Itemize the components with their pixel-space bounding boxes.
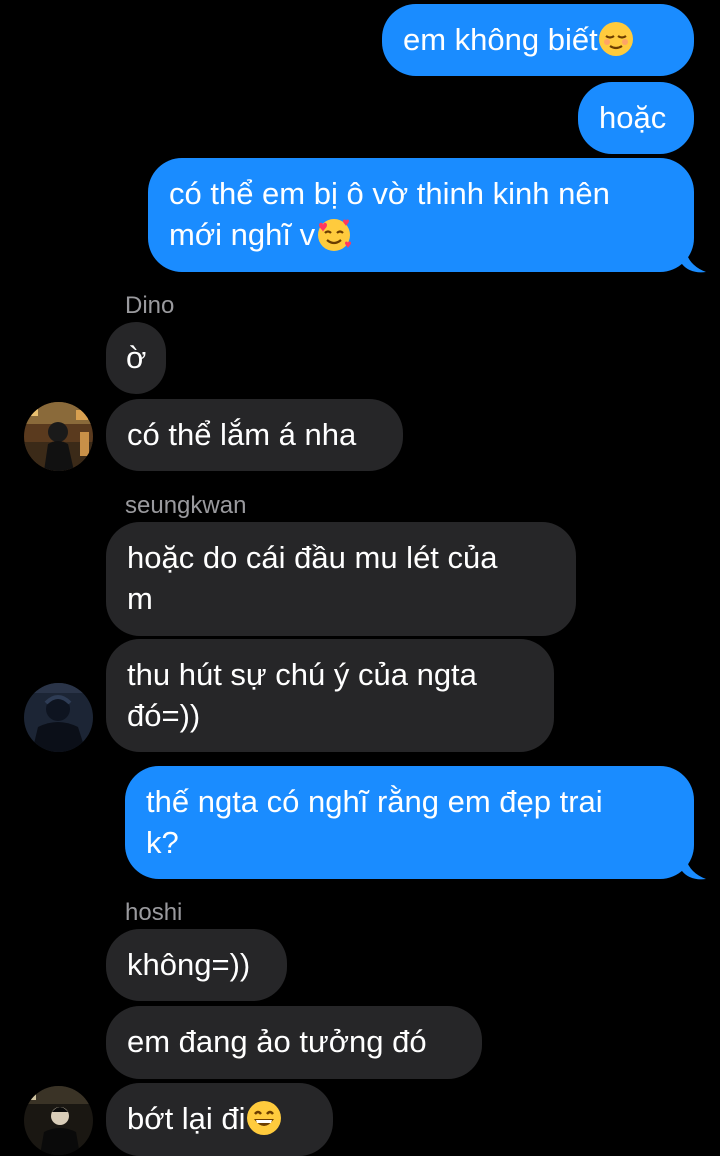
- grinning-face-emoji: [246, 1100, 281, 1135]
- message-text: em đang ảo tưởng đó: [127, 1024, 427, 1059]
- dino-avatar[interactable]: [24, 402, 93, 471]
- incoming-message[interactable]: có thể lắm á nha: [106, 399, 403, 471]
- message-text: bớt lại đi: [127, 1101, 246, 1136]
- incoming-message[interactable]: em đang ảo tưởng đó: [106, 1006, 482, 1079]
- outgoing-message[interactable]: có thể em bị ô vờ thinh kinh nên mới ngh…: [148, 158, 694, 272]
- message-text: ờ: [126, 340, 147, 375]
- hoshi-avatar-photo: [24, 1086, 93, 1155]
- outgoing-message[interactable]: em không biết: [382, 4, 694, 76]
- message-line: hoặc do cái đầu mu lét của: [127, 540, 498, 575]
- bubble-tail: [682, 252, 706, 273]
- outgoing-message[interactable]: thế ngta có nghĩ rằng em đẹp trai k?: [125, 766, 694, 879]
- message-line: thu hút sự chú ý của ngta: [127, 657, 477, 692]
- message-text: mới nghĩ v: [169, 217, 316, 252]
- bubble-tail: [682, 859, 706, 880]
- incoming-message[interactable]: không=)): [106, 929, 287, 1001]
- message-line: đó=)): [127, 698, 201, 733]
- message-text: hoặc: [599, 100, 667, 135]
- sender-name: Dino: [125, 292, 175, 319]
- smiling-face-with-hearts-emoji: [318, 218, 352, 251]
- relieved-face-emoji: [598, 21, 633, 56]
- message-line: mới nghĩ v: [169, 214, 673, 255]
- outgoing-message[interactable]: hoặc: [578, 82, 694, 154]
- incoming-message[interactable]: ờ: [106, 322, 166, 394]
- message-line: có thể em bị ô vờ thinh kinh nên: [169, 176, 610, 211]
- sender-name: hoshi: [125, 899, 183, 926]
- incoming-message[interactable]: bớt lại đi: [106, 1083, 333, 1156]
- seungkwan-avatar[interactable]: [24, 683, 93, 752]
- message-line: m: [127, 581, 153, 616]
- dino-avatar-photo: [24, 402, 93, 471]
- seungkwan-avatar-photo: [24, 683, 93, 752]
- message-line: thế ngta có nghĩ rằng em đẹp trai: [146, 784, 603, 819]
- incoming-message[interactable]: hoặc do cái đầu mu lét của m: [106, 522, 576, 636]
- sender-name: seungkwan: [125, 492, 247, 519]
- message-text: em không biết: [403, 22, 598, 57]
- message-text: không=)): [127, 947, 251, 982]
- incoming-message[interactable]: thu hút sự chú ý của ngta đó=)): [106, 639, 554, 752]
- message-text: có thể lắm á nha: [127, 417, 357, 452]
- hoshi-avatar[interactable]: [24, 1086, 93, 1155]
- message-line: k?: [146, 825, 179, 860]
